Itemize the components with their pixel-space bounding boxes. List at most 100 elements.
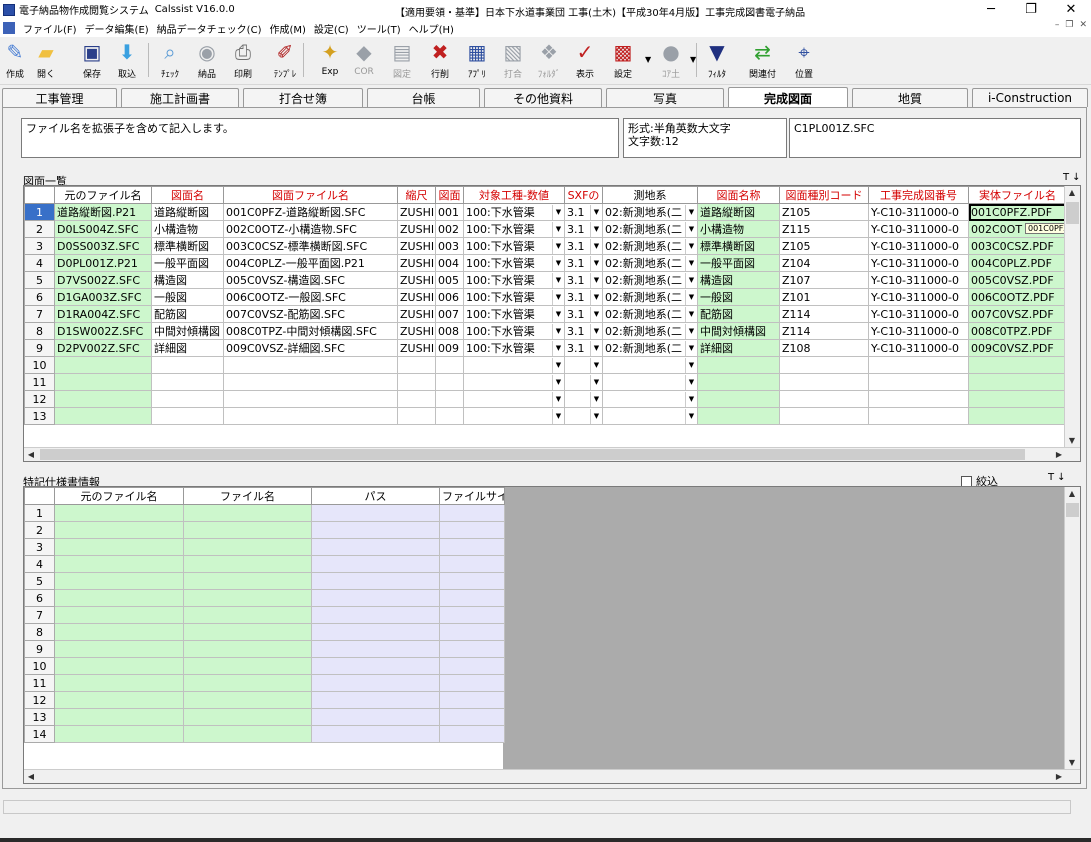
table-row[interactable]: 6 D1GA003Z.SFC 一般図 006C0OTZ-一般図.SFC ZUSHI 006… <box>24 288 1067 306</box>
table-cell[interactable] <box>435 407 464 425</box>
table-cell[interactable] <box>311 691 440 709</box>
table-cell[interactable]: 006C0OTZ-一般図.SFC <box>223 288 398 306</box>
table-cell[interactable] <box>183 623 312 641</box>
table-cell[interactable] <box>968 390 1067 408</box>
table-row[interactable]: 11 ▼ ▼ ▼ <box>24 373 1067 391</box>
table-cell[interactable] <box>151 356 224 374</box>
table-cell[interactable] <box>439 657 505 675</box>
table-cell[interactable]: 一般図 <box>697 288 780 306</box>
table-cell[interactable]: ZUSHI <box>397 203 436 221</box>
chevron-down-icon[interactable]: ▼ <box>552 273 564 288</box>
chevron-down-icon[interactable]: ▼ <box>552 358 564 373</box>
table-cell[interactable]: 3.1 ▼ <box>564 237 603 255</box>
scroll-left-icon[interactable]: ◀ <box>24 770 38 783</box>
table-cell[interactable]: Z101 <box>779 288 869 306</box>
table-cell[interactable] <box>151 390 224 408</box>
table-cell[interactable]: 3.1 ▼ <box>564 305 603 323</box>
toolbar-cor-button[interactable]: ◆ COR <box>351 39 377 77</box>
row-number[interactable]: 7 <box>24 606 55 624</box>
chevron-down-icon[interactable]: ▼ <box>590 324 602 339</box>
scroll-right-icon[interactable]: ▶ <box>1052 770 1066 783</box>
chevron-down-icon[interactable]: ▼ <box>685 290 697 305</box>
table-cell[interactable]: 100:下水管渠 ▼ <box>463 271 565 289</box>
table-cell[interactable] <box>439 623 505 641</box>
column-header[interactable]: SXFの <box>564 186 603 204</box>
table-cell[interactable]: 中間対傾構図 <box>697 322 780 340</box>
table-cell[interactable]: 02:新測地系(二 ▼ <box>602 237 698 255</box>
table-cell[interactable]: Y-C10-311000-0 <box>868 203 969 221</box>
table-row[interactable]: 12 ▼ ▼ ▼ <box>24 390 1067 408</box>
table-cell[interactable]: Y-C10-311000-0 <box>868 339 969 357</box>
table-cell[interactable]: 配筋図 <box>151 305 224 323</box>
table-cell[interactable] <box>779 373 869 391</box>
table-cell[interactable]: ZUSHI <box>397 271 436 289</box>
toolbar-create-button[interactable]: ✎ 作成 <box>2 39 28 80</box>
table-cell[interactable]: Y-C10-311000-0 <box>868 288 969 306</box>
row-number[interactable]: 14 <box>24 725 55 743</box>
table-cell[interactable]: 02:新測地系(二 ▼ <box>602 288 698 306</box>
toolbar-core-button[interactable]: ● ｺｱ土 <box>658 39 684 80</box>
table-cell[interactable] <box>311 521 440 539</box>
tab-8[interactable]: i-Construction <box>972 88 1088 107</box>
menu-create[interactable]: 作成(M) <box>265 21 309 36</box>
chevron-down-icon[interactable]: ▼ <box>590 239 602 254</box>
table-row[interactable]: 13 ▼ ▼ ▼ <box>24 407 1067 425</box>
toolbar-import-button[interactable]: ⬇ 取込 <box>114 39 140 80</box>
table-cell[interactable] <box>439 606 505 624</box>
table-cell[interactable]: 3.1 ▼ <box>564 203 603 221</box>
row-number[interactable]: 1 <box>24 504 55 522</box>
table-cell[interactable]: Y-C10-311000-0 <box>868 305 969 323</box>
table-row[interactable]: 13 <box>24 708 505 726</box>
scroll-down-icon[interactable]: ▼ <box>1065 756 1079 770</box>
table-cell[interactable] <box>397 373 436 391</box>
table-cell[interactable] <box>183 606 312 624</box>
table-cell[interactable]: ▼ <box>463 356 565 374</box>
table-cell[interactable]: 100:下水管渠 ▼ <box>463 305 565 323</box>
table-cell[interactable] <box>151 373 224 391</box>
scroll-left-icon[interactable]: ◀ <box>24 448 38 461</box>
table-cell[interactable]: 100:下水管渠 ▼ <box>463 339 565 357</box>
table-row[interactable]: 1 道路縦断図.P21 道路縦断図 001C0PFZ-道路縦断図.SFC ZUSHI 00… <box>24 203 1067 221</box>
chevron-down-icon[interactable]: ▼ <box>552 324 564 339</box>
table-cell[interactable] <box>779 407 869 425</box>
table-cell[interactable] <box>54 657 184 675</box>
table-cell[interactable]: ZUSHI <box>397 288 436 306</box>
row-number[interactable]: 3 <box>24 538 55 556</box>
table-cell[interactable]: 詳細図 <box>151 339 224 357</box>
menu-check[interactable]: 納品データチェック(C) <box>153 21 266 36</box>
table-cell[interactable]: 02:新測地系(二 ▼ <box>602 305 698 323</box>
table-cell[interactable] <box>439 538 505 556</box>
table-cell[interactable]: 005C0VSZ.PDF <box>968 271 1067 289</box>
table-cell[interactable]: 一般図 <box>151 288 224 306</box>
table-cell[interactable]: 100:下水管渠 ▼ <box>463 220 565 238</box>
table-cell[interactable]: 3.1 ▼ <box>564 339 603 357</box>
row-number[interactable]: 6 <box>24 589 55 607</box>
toolbar-link-button[interactable]: ⇄ 関連付 <box>749 39 776 80</box>
tab-0[interactable]: 工事管理 <box>2 88 117 107</box>
chevron-down-icon[interactable]: ▼ <box>552 290 564 305</box>
table-cell[interactable] <box>183 521 312 539</box>
chevron-down-icon[interactable]: ▼ <box>685 409 697 424</box>
table-cell[interactable] <box>54 640 184 658</box>
table-cell[interactable]: ▼ <box>602 373 698 391</box>
table-cell[interactable] <box>183 555 312 573</box>
table-cell[interactable] <box>54 589 184 607</box>
column-header[interactable]: ファイルサイ <box>439 487 505 505</box>
chevron-down-icon[interactable]: ▼ <box>685 341 697 356</box>
table-row[interactable]: 9 <box>24 640 505 658</box>
table-cell[interactable] <box>183 674 312 692</box>
table-cell[interactable] <box>868 390 969 408</box>
table-cell[interactable]: 001C0PFZ-道路縦断図.SFC <box>223 203 398 221</box>
table-cell[interactable]: Y-C10-311000-0 <box>868 322 969 340</box>
table-cell[interactable]: D1SW002Z.SFC <box>54 322 152 340</box>
table-cell[interactable] <box>439 504 505 522</box>
mdi-minimize-button[interactable]: – <box>1055 20 1060 30</box>
menu-edit[interactable]: データ編集(E) <box>81 21 153 36</box>
table-cell[interactable] <box>968 373 1067 391</box>
table-cell[interactable]: ZUSHI <box>397 305 436 323</box>
table-row[interactable]: 4 <box>24 555 505 573</box>
table-cell[interactable]: 100:下水管渠 ▼ <box>463 237 565 255</box>
table-cell[interactable]: 一般平面図 <box>151 254 224 272</box>
column-header[interactable]: 図面名称 <box>697 186 780 204</box>
table-cell[interactable]: 3.1 ▼ <box>564 271 603 289</box>
